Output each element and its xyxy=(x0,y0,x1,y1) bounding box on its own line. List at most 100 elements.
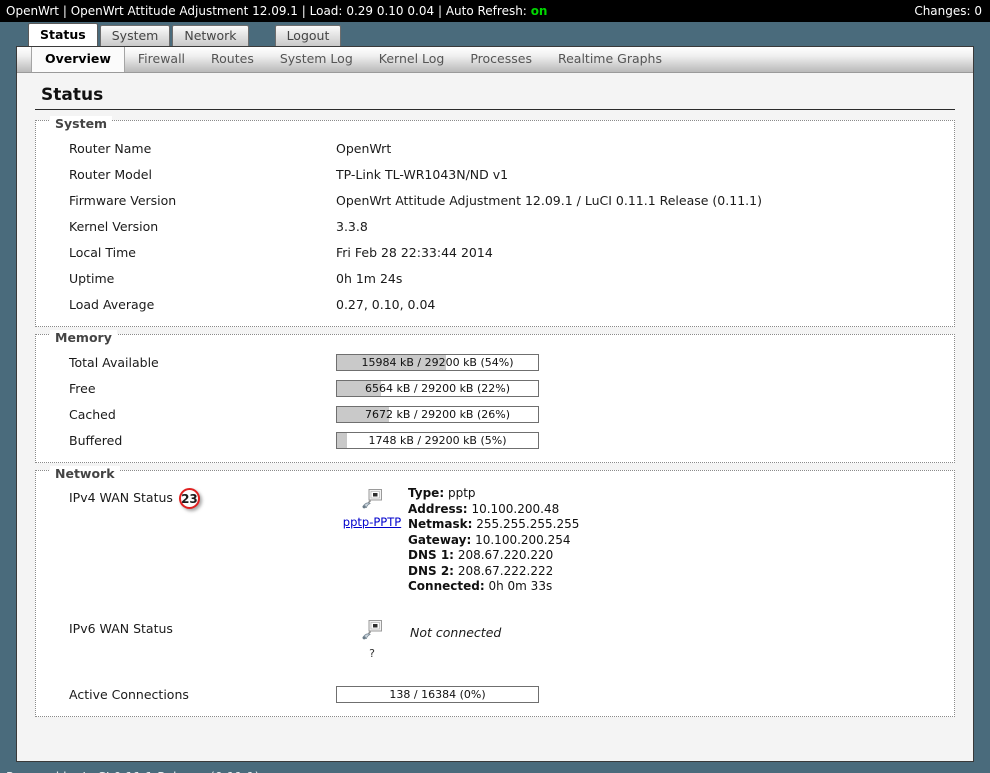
ipv4-wan-label-cell: IPv4 WAN Status 23 xyxy=(36,486,336,510)
label: Total Available xyxy=(69,355,159,370)
detail-value: 10.100.200.254 xyxy=(475,532,571,547)
tab-network[interactable]: Network xyxy=(172,25,249,46)
detail-type: Type: pptp xyxy=(408,486,579,502)
row-total-available: Total Available 15984 kB / 29200 kB (54%… xyxy=(36,350,954,376)
value: OpenWrt xyxy=(336,141,392,156)
footer: Powered by LuCI 0.11.1 Release (0.11.1) xyxy=(0,762,990,773)
label: Firmware Version xyxy=(69,193,177,208)
label: Router Model xyxy=(69,167,152,182)
label: Free xyxy=(69,381,96,396)
row-free: Free 6564 kB / 29200 kB (22%) xyxy=(36,376,954,402)
detail-key: Gateway: xyxy=(408,532,472,547)
subtab-realtime-graphs[interactable]: Realtime Graphs xyxy=(545,47,675,72)
detail-value: 255.255.255.255 xyxy=(476,517,580,531)
label: Uptime xyxy=(69,271,115,286)
annotation-badge-23: 23 xyxy=(178,488,200,509)
progress-text: 15984 kB / 29200 kB (54%) xyxy=(361,356,514,369)
ipv6-interface-block: ? xyxy=(336,617,408,660)
system-legend: System xyxy=(50,116,113,131)
progress-bar-active-connections: 138 / 16384 (0%) xyxy=(336,685,539,703)
top-status-text: OpenWrt | OpenWrt Attitude Adjustment 12… xyxy=(6,4,914,18)
progress-bar-free: 6564 kB / 29200 kB (22%) xyxy=(336,380,539,397)
detail-connected: Connected: 0h 0m 33s xyxy=(408,579,579,595)
load-label: Load: xyxy=(309,4,343,18)
subtab-processes[interactable]: Processes xyxy=(457,47,545,72)
host-name: OpenWrt xyxy=(6,4,60,18)
tab-system[interactable]: System xyxy=(99,25,171,46)
subtab-overview[interactable]: Overview xyxy=(31,47,125,72)
row-uptime: Uptime 0h 1m 24s xyxy=(36,266,954,292)
row-router-name: Router Name OpenWrt xyxy=(36,136,954,162)
value: 0h 1m 24s xyxy=(336,271,403,286)
separator: | xyxy=(301,4,306,18)
row-ipv6-wan-status: IPv6 WAN Status ? Not connected xyxy=(36,617,954,660)
detail-gateway: Gateway: 10.100.200.254 xyxy=(408,533,579,549)
network-fieldset: Network IPv4 WAN Status 23 pptp-PPTP Typ… xyxy=(35,466,955,717)
subtab-kernel-log[interactable]: Kernel Log xyxy=(366,47,458,72)
label: Kernel Version xyxy=(69,219,159,234)
progress-bar-cached: 7672 kB / 29200 kB (26%) xyxy=(336,406,539,423)
ipv4-detail-list: Type: pptp Address: 10.100.200.48 Netmas… xyxy=(408,486,579,595)
detail-value: pptp xyxy=(447,486,476,500)
row-firmware-version: Firmware Version OpenWrt Attitude Adjust… xyxy=(36,188,954,214)
label: Load Average xyxy=(69,297,155,312)
changes-counter[interactable]: Changes: 0 xyxy=(914,4,982,18)
separator: | xyxy=(62,4,67,18)
missing-image-marker: ? xyxy=(369,646,375,660)
sub-tab-bar: Overview Firewall Routes System Log Kern… xyxy=(17,47,973,73)
network-rows: IPv4 WAN Status 23 pptp-PPTP Type: pptp … xyxy=(36,486,954,708)
tab-logout[interactable]: Logout xyxy=(274,25,342,46)
detail-dns-1: DNS 1: 208.67.220.220 xyxy=(408,548,579,564)
separator: | xyxy=(437,4,442,18)
progress-text: 6564 kB / 29200 kB (22%) xyxy=(364,382,511,395)
content-panel: Overview Firewall Routes System Log Kern… xyxy=(16,46,974,762)
value: 0.27, 0.10, 0.04 xyxy=(336,297,436,312)
label: IPv6 WAN Status xyxy=(69,620,173,636)
progress-text: 138 / 16384 (0%) xyxy=(389,687,486,701)
auto-refresh-label: Auto Refresh: xyxy=(445,4,527,18)
detail-key: Connected: xyxy=(408,579,485,593)
auto-refresh-state[interactable]: on xyxy=(531,4,548,18)
detail-value: 10.100.200.48 xyxy=(471,501,560,516)
detail-value: 208.67.222.222 xyxy=(457,563,554,578)
row-cached: Cached 7672 kB / 29200 kB (26%) xyxy=(36,402,954,428)
label: Buffered xyxy=(69,433,123,448)
value: 3.3.8 xyxy=(336,219,368,234)
detail-key: DNS 2: xyxy=(408,563,454,578)
main-tab-bar: Status System Network Logout xyxy=(0,22,990,46)
detail-key: Address: xyxy=(408,501,468,516)
ipv6-status-text: Not connected xyxy=(410,624,502,640)
load-values: 0.29 0.10 0.04 xyxy=(346,4,435,18)
memory-fieldset: Memory Total Available 15984 kB / 29200 … xyxy=(35,330,955,463)
detail-key: Type: xyxy=(408,486,445,500)
subtab-system-log[interactable]: System Log xyxy=(267,47,366,72)
ipv4-interface-link[interactable]: pptp-PPTP xyxy=(336,515,408,529)
memory-rows: Total Available 15984 kB / 29200 kB (54%… xyxy=(36,350,954,454)
row-buffered: Buffered 1748 kB / 29200 kB (5%) xyxy=(36,428,954,454)
detail-value: 208.67.220.220 xyxy=(457,548,554,562)
label: IPv4 WAN Status xyxy=(69,490,173,505)
detail-address: Address: 10.100.200.48 xyxy=(408,502,579,518)
system-fieldset: System Router Name OpenWrt Router Model … xyxy=(35,116,955,327)
memory-legend: Memory xyxy=(50,330,117,345)
detail-key: Netmask: xyxy=(408,517,473,531)
network-legend: Network xyxy=(50,466,120,481)
ipv4-wan-body: pptp-PPTP Type: pptp Address: 10.100.200… xyxy=(336,486,580,595)
progress-text: 1748 kB / 29200 kB (5%) xyxy=(368,434,507,447)
detail-netmask: Netmask: 255.255.255.255 xyxy=(408,517,579,533)
ipv6-wan-body: ? Not connected xyxy=(336,617,501,660)
system-rows: Router Name OpenWrt Router Model TP-Link… xyxy=(36,136,954,318)
label: Cached xyxy=(69,407,116,422)
value: TP-Link TL-WR1043N/ND v1 xyxy=(336,167,509,182)
value: OpenWrt Attitude Adjustment 12.09.1 / Lu… xyxy=(336,193,762,208)
label: Active Connections xyxy=(69,686,189,702)
top-status-bar: OpenWrt | OpenWrt Attitude Adjustment 12… xyxy=(0,0,990,22)
broken-image-icon xyxy=(361,619,383,645)
tab-status[interactable]: Status xyxy=(28,23,98,46)
ipv4-interface-block: pptp-PPTP xyxy=(336,486,408,529)
row-load-average: Load Average 0.27, 0.10, 0.04 xyxy=(36,292,954,318)
label: Router Name xyxy=(69,141,152,156)
progress-bar-buffered: 1748 kB / 29200 kB (5%) xyxy=(336,432,539,449)
subtab-firewall[interactable]: Firewall xyxy=(125,47,198,72)
subtab-routes[interactable]: Routes xyxy=(198,47,267,72)
